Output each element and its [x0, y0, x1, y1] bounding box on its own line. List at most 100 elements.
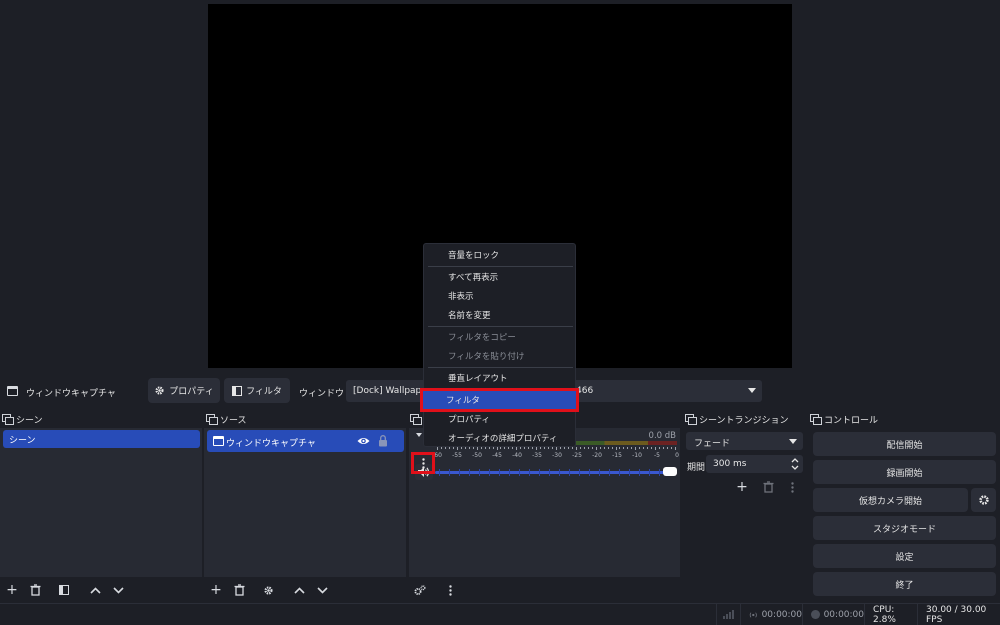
exit-button[interactable]: 終了 [813, 572, 996, 596]
list-item[interactable]: ウィンドウキャプチャ [207, 430, 404, 452]
slider-tick [459, 469, 460, 476]
move-scene-up-button[interactable] [86, 581, 104, 599]
window-label: ウィンドウ [299, 389, 345, 399]
studio-mode-button[interactable]: スタジオモード [813, 516, 996, 540]
transitions-title: シーントランジション [699, 415, 789, 426]
slider-tick [489, 469, 490, 476]
exit-label: 終了 [895, 580, 914, 591]
slider-tick [519, 469, 520, 476]
settings-button[interactable]: 設定 [813, 544, 996, 568]
menu-item-unhide-all[interactable]: すべて再表示 [425, 268, 576, 286]
undock-icon[interactable] [810, 414, 822, 425]
meter-tick [444, 447, 446, 449]
meter-tick [504, 447, 506, 449]
meter-tick [607, 447, 609, 449]
transition-select[interactable]: フェード [686, 432, 803, 450]
meter-scale-label: -25 [572, 452, 582, 459]
scene-filters-button[interactable] [55, 581, 73, 599]
meter-tick [524, 447, 526, 449]
meter-scale-label: -50 [472, 452, 482, 459]
stream-time: 00:00:00 [761, 609, 802, 620]
gear-icon [263, 585, 273, 595]
volume-slider-handle[interactable] [663, 467, 677, 476]
duration-spinbox[interactable]: 300 ms [706, 455, 803, 473]
settings-label: 設定 [895, 552, 914, 563]
mixer-menu-button[interactable] [441, 581, 459, 599]
record-status: 00:00:00 [802, 604, 864, 625]
sources-footer: + [204, 577, 406, 603]
filters-button[interactable]: フィルタ [224, 378, 290, 403]
add-source-button[interactable]: + [207, 581, 225, 599]
meter-tick [508, 447, 510, 449]
add-scene-button[interactable]: + [3, 581, 21, 599]
meter-tick [440, 447, 442, 449]
gear-icon [978, 495, 989, 505]
meter-tick [559, 447, 561, 449]
plus-icon: + [6, 582, 18, 598]
menu-item-advanced-audio[interactable]: オーディオの詳細プロパティ [425, 429, 576, 447]
eye-icon[interactable] [357, 436, 370, 446]
undock-icon[interactable] [2, 414, 14, 425]
menu-item-label: フィルタを貼り付け [448, 352, 525, 362]
start-streaming-button[interactable]: 配信開始 [813, 432, 996, 456]
menu-item-label: 垂直レイアウト [448, 374, 508, 384]
menu-item-hide[interactable]: 非表示 [425, 287, 576, 305]
scenes-footer: + [0, 577, 202, 603]
meter-tick [571, 447, 573, 449]
menu-item-label: プロパティ [448, 415, 490, 425]
window-select-value-tail: 466 [576, 386, 594, 396]
lock-icon[interactable] [378, 434, 388, 447]
controls-dock: コントロール 配信開始 録画開始 仮想カメラ開始 スタジオモード 設定 終了 [808, 410, 1000, 603]
fps-value: 30.00 / 30.00 FPS [926, 604, 987, 625]
move-source-down-button[interactable] [313, 581, 331, 599]
transitions-body: フェード 期間 300 ms + [683, 428, 806, 603]
meter-tick [663, 447, 665, 449]
channel-menu-button[interactable] [411, 452, 435, 474]
menu-item-properties[interactable]: プロパティ [425, 410, 576, 428]
undock-icon[interactable] [410, 414, 422, 425]
remove-transition-button[interactable] [759, 478, 777, 496]
spinner-arrows-icon[interactable] [791, 457, 799, 471]
broadcast-icon [749, 611, 757, 618]
undock-icon[interactable] [206, 414, 218, 425]
collapse-icon[interactable] [416, 433, 422, 437]
remove-scene-button[interactable] [26, 581, 44, 599]
meter-tick [544, 447, 546, 449]
controls-body: 配信開始 録画開始 仮想カメラ開始 スタジオモード 設定 終了 [808, 428, 1000, 603]
virtual-cam-settings-button[interactable] [971, 488, 996, 512]
network-status [716, 604, 740, 625]
transition-menu-button[interactable] [783, 478, 801, 496]
slider-tick [559, 469, 560, 476]
meter-tick [587, 447, 589, 449]
list-item[interactable]: シーン [3, 430, 200, 448]
properties-button[interactable]: プロパティ [148, 378, 220, 403]
menu-item-label: 名前を変更 [448, 311, 491, 321]
meter-scale-label: -35 [532, 452, 542, 459]
menu-item-filters[interactable]: フィルタ [420, 388, 579, 412]
meter-scale-label: 0 [675, 452, 679, 459]
slider-tick [449, 469, 450, 476]
menu-item-vertical-layout[interactable]: 垂直レイアウト [425, 369, 576, 387]
meter-tick [623, 447, 625, 449]
volume-slider-track[interactable] [435, 469, 671, 476]
meter-tick [484, 447, 486, 449]
add-transition-button[interactable]: + [733, 478, 751, 496]
meter-tick [476, 447, 478, 450]
chevron-down-icon [789, 439, 797, 444]
move-scene-down-button[interactable] [109, 581, 127, 599]
remove-source-button[interactable] [230, 581, 248, 599]
start-recording-button[interactable]: 録画開始 [813, 460, 996, 484]
window-capture-icon [7, 386, 18, 396]
source-properties-button[interactable] [259, 581, 277, 599]
menu-separator [428, 326, 573, 327]
meter-tick [496, 447, 498, 450]
undock-icon[interactable] [685, 414, 697, 425]
advanced-audio-button[interactable] [411, 581, 429, 599]
move-source-up-button[interactable] [290, 581, 308, 599]
menu-item-label: フィルタをコピー [448, 333, 516, 343]
start-virtual-cam-button[interactable]: 仮想カメラ開始 [813, 488, 968, 512]
meter-tick [611, 447, 613, 449]
meter-tick [540, 447, 542, 449]
menu-item-lock-volume[interactable]: 音量をロック [425, 246, 576, 264]
menu-item-rename[interactable]: 名前を変更 [425, 306, 576, 324]
